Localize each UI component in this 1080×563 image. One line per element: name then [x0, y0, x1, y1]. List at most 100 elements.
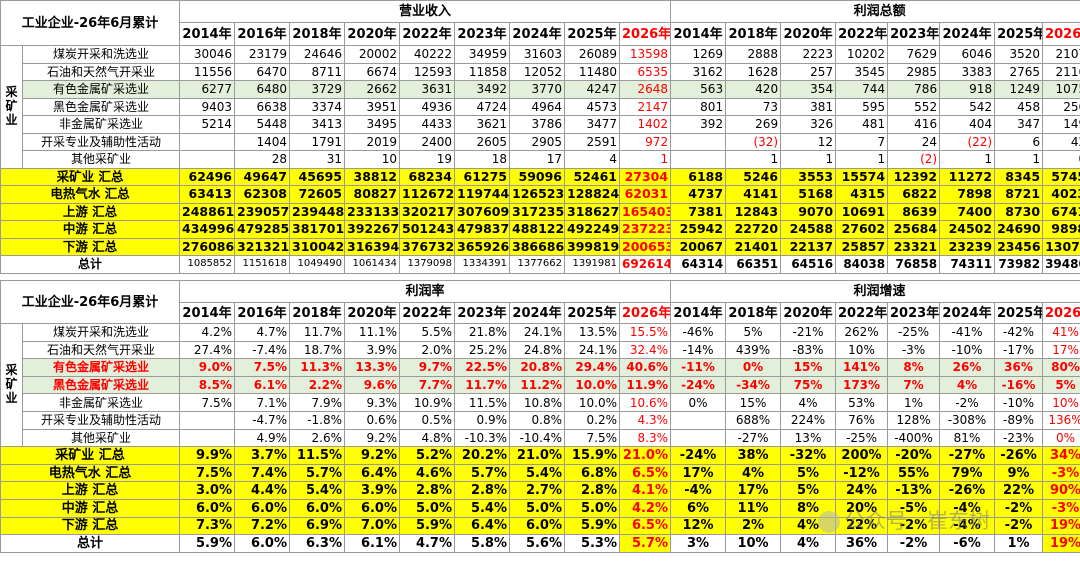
- value-cell: 392267: [344, 220, 401, 239]
- summary-row: 中游 汇总 434996 479285 381701 392267 501243 47983…: [0, 220, 1080, 239]
- value-cell: 11.3%: [289, 358, 346, 377]
- value-cell: 29.4%: [564, 358, 621, 377]
- value-cell: 5.8%: [454, 534, 511, 553]
- row-name: 非金属矿采选业: [21, 115, 181, 134]
- value-cell: 13.5%: [564, 323, 621, 342]
- year-header: 2026年: [1042, 22, 1080, 46]
- value-cell: -10%: [939, 340, 996, 360]
- value-cell: 17%: [1042, 340, 1080, 360]
- value-cell: 24502: [939, 220, 996, 239]
- table-row: 非金属矿采选业 7.5% 7.1% 7.9% 9.3% 10.9% 11.5% 10.8% 10…: [1, 393, 1080, 412]
- value-cell: 257: [780, 62, 837, 81]
- value-cell: 10202: [835, 45, 889, 64]
- value-cell: 3553: [780, 167, 837, 186]
- value-cell: 3951: [344, 97, 401, 116]
- value-cell: 2107: [1042, 45, 1080, 64]
- value-cell: 2019: [344, 132, 401, 151]
- value-cell: 31603: [509, 45, 566, 64]
- value-cell: 8639: [887, 202, 941, 221]
- summary-row: 上游 汇总 248861 239057 239448 233133 320217 30760…: [0, 202, 1080, 221]
- value-cell: 6277: [179, 80, 236, 99]
- value-cell: 5.0%: [564, 498, 621, 518]
- value-cell: 7: [835, 132, 889, 151]
- value-cell: 15%: [780, 358, 837, 377]
- value-cell: 5.0%: [399, 498, 456, 518]
- value-cell: 79%: [939, 463, 996, 483]
- table-row: 采矿业 煤炭开采和洗选业 30046 23179 24646 20002 40222 3495…: [0, 45, 1080, 169]
- value-cell: -3%: [1042, 463, 1080, 483]
- value-cell: 13%: [780, 428, 837, 448]
- value-cell: 6.1%: [344, 534, 401, 553]
- value-cell: 4.2%: [619, 498, 672, 518]
- year-header: 2025年: [994, 302, 1044, 324]
- value-cell: -400%: [887, 428, 941, 448]
- value-cell: 9.6%: [344, 375, 401, 395]
- value-cell: 81%: [939, 428, 996, 448]
- value-cell: 74311: [939, 255, 996, 274]
- value-cell: -7.4%: [234, 340, 291, 360]
- row-name: 上游 汇总: [0, 202, 181, 221]
- row-name: 下游 汇总: [0, 237, 181, 256]
- value-cell: 24%: [835, 481, 889, 500]
- value-cell: 6.1%: [234, 375, 291, 395]
- value-cell: 458: [994, 97, 1044, 116]
- value-cell: -24%: [670, 375, 727, 395]
- value-cell: 7.9%: [289, 393, 346, 412]
- value-cell: 248861: [179, 202, 236, 221]
- value-cell: 6: [994, 132, 1044, 151]
- value-cell: 7.7%: [399, 375, 456, 395]
- row-name: 电热气水 汇总: [0, 463, 181, 483]
- value-cell: 6.3%: [289, 534, 346, 553]
- value-cell: 6.4%: [454, 516, 511, 536]
- value-cell: 84038: [835, 255, 889, 274]
- summary-row: 采矿业 汇总 9.9% 3.7% 11.5% 9.2% 5.2% 20.2% 21.0% 15.…: [0, 446, 1080, 465]
- year-header: 2020年: [344, 302, 401, 324]
- value-cell: 26089: [564, 45, 621, 64]
- value-cell: 239448: [289, 202, 346, 221]
- value-cell: 11%: [725, 498, 782, 518]
- value-cell: 3545: [835, 62, 889, 81]
- value-cell: 6822: [887, 185, 941, 204]
- value-cell: [670, 428, 727, 448]
- value-cell: 13.3%: [344, 358, 401, 377]
- value-cell: 10%: [725, 534, 782, 553]
- year-header: 2022年: [835, 22, 889, 46]
- value-cell: -4.7%: [234, 410, 291, 430]
- value-cell: (32): [725, 132, 782, 151]
- summary-row: 下游 汇总 276086 321321 310042 316394 376732 36592…: [0, 237, 1080, 256]
- value-cell: 3495: [344, 115, 401, 134]
- value-cell: 61275: [454, 167, 511, 186]
- value-cell: 744: [835, 80, 889, 99]
- value-cell: 6.0%: [344, 498, 401, 518]
- revenue-profit-table: 工业企业-26年6月累计 营业收入 利润总额 2014年 2016年 2018年 2020年…: [0, 0, 1080, 274]
- value-cell: 23179: [234, 45, 291, 64]
- value-cell: 3492: [454, 80, 511, 99]
- value-cell: 11.5%: [289, 446, 346, 465]
- value-cell: 3520: [994, 45, 1044, 64]
- value-cell: 23321: [887, 237, 941, 256]
- value-cell: 7.2%: [234, 516, 291, 536]
- year-header: 2014年: [179, 302, 236, 324]
- value-cell: -41%: [939, 323, 996, 342]
- value-cell: 256: [1042, 97, 1080, 116]
- value-cell: 7898: [939, 185, 996, 204]
- year-header: 2018年: [725, 302, 782, 324]
- value-cell: 420: [725, 80, 782, 99]
- value-cell: 5448: [234, 115, 291, 134]
- value-cell: 3729: [289, 80, 346, 99]
- value-cell: 36%: [835, 534, 889, 553]
- value-cell: 10.9%: [399, 393, 456, 412]
- value-cell: -34%: [725, 375, 782, 395]
- value-cell: 10.0%: [564, 393, 621, 412]
- value-cell: 3770: [509, 80, 566, 99]
- value-cell: 399819: [564, 237, 621, 256]
- value-cell: 11480: [564, 62, 621, 81]
- value-cell: 11272: [939, 167, 996, 186]
- value-cell: 165403: [619, 202, 672, 221]
- value-cell: 30046: [179, 45, 236, 64]
- value-cell: -2%: [939, 393, 996, 412]
- value-cell: [179, 132, 236, 151]
- value-cell: 3383: [939, 62, 996, 81]
- value-cell: 11.7%: [454, 375, 511, 395]
- year-header: 2016年: [234, 302, 291, 324]
